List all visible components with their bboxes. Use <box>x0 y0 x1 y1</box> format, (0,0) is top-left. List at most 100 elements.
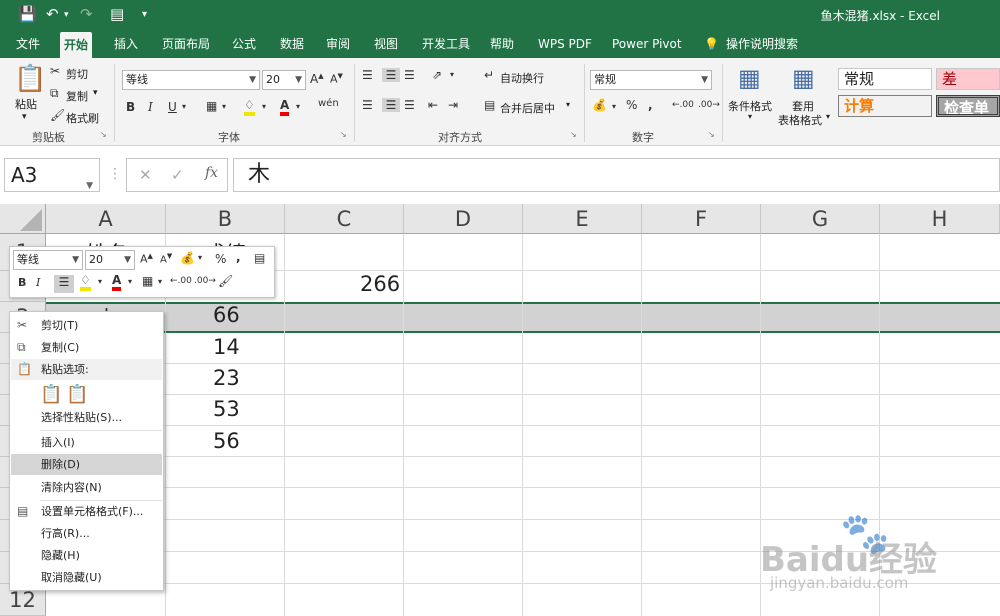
wrap-text-button[interactable]: 自动换行 <box>500 70 544 86</box>
tab-power-pivot[interactable]: Power Pivot <box>608 30 686 58</box>
conditional-dropdown-icon[interactable]: ▾ <box>748 112 752 121</box>
undo-dropdown-icon[interactable]: ▾ <box>64 10 69 20</box>
form-icon[interactable]: ▤ <box>110 5 124 23</box>
mini-comma-icon[interactable]: , <box>236 250 241 264</box>
tab-file[interactable]: 文件 <box>12 30 44 58</box>
scissors-icon[interactable]: ✂ <box>50 64 60 78</box>
undo-icon[interactable]: ↶ <box>46 5 59 23</box>
cell-c2[interactable]: 266 <box>360 272 400 296</box>
enter-icon[interactable]: ✓ <box>171 166 184 184</box>
customize-qat-icon[interactable]: ▾ <box>142 9 147 20</box>
column-header-h[interactable]: H <box>880 204 1000 234</box>
mini-border-icon[interactable]: ▦ <box>142 274 153 288</box>
orientation-dropdown-icon[interactable]: ▾ <box>450 70 454 79</box>
menu-item-unhide[interactable]: 取消隐藏(U) <box>11 567 162 588</box>
underline-dropdown-icon[interactable]: ▾ <box>182 102 186 111</box>
style-calculation[interactable]: 计算 <box>838 95 932 117</box>
align-right-icon[interactable]: ☰ <box>404 98 415 112</box>
mini-font-color-icon[interactable]: A <box>112 273 122 291</box>
cell-b3[interactable]: 66 <box>213 303 240 327</box>
style-normal[interactable]: 常规 <box>838 68 932 90</box>
increase-indent-icon[interactable]: ⇥ <box>448 98 458 112</box>
paste-keep-format-icon[interactable]: 📋 <box>40 384 62 406</box>
tab-wps-pdf[interactable]: WPS PDF <box>534 30 596 58</box>
column-header-f[interactable]: F <box>642 204 761 234</box>
decrease-font-icon[interactable]: A▼ <box>330 72 343 86</box>
border-icon[interactable]: ▦ <box>206 99 217 113</box>
merge-center-icon[interactable]: ▤ <box>484 98 495 112</box>
style-check-cell[interactable]: 检查单 <box>936 95 1000 117</box>
column-header-g[interactable]: G <box>761 204 880 234</box>
phonetic-icon[interactable]: wén <box>318 98 339 109</box>
mini-increase-font-icon[interactable]: A▲ <box>140 252 153 266</box>
mini-percent-icon[interactable]: % <box>215 252 226 266</box>
selected-row-3[interactable] <box>46 302 1000 333</box>
merge-dropdown-icon[interactable]: ▾ <box>566 100 570 109</box>
insert-function-icon[interactable]: fx <box>205 165 218 181</box>
name-box[interactable]: A3 ▼ <box>4 158 100 192</box>
align-center-icon[interactable]: ☰ <box>382 98 400 112</box>
column-header-d[interactable]: D <box>404 204 523 234</box>
mini-decrease-font-icon[interactable]: A▼ <box>160 252 172 265</box>
formula-input[interactable]: 木 <box>233 158 1000 192</box>
paste-button[interactable]: 粘贴 <box>15 96 37 112</box>
format-painter-button[interactable]: 格式刷 <box>66 110 99 126</box>
tab-help[interactable]: 帮助 <box>486 30 518 58</box>
align-bottom-icon[interactable]: ☰ <box>404 68 415 82</box>
underline-icon[interactable]: U <box>168 100 177 114</box>
tell-me-search[interactable]: 操作说明搜索 <box>722 30 802 58</box>
mini-format-table-icon[interactable]: ▤ <box>254 251 265 265</box>
save-icon[interactable]: 💾 <box>18 5 37 23</box>
comma-icon[interactable]: , <box>648 98 653 112</box>
column-header-c[interactable]: C <box>285 204 404 234</box>
increase-font-icon[interactable]: A▲ <box>310 72 324 86</box>
grip-icon[interactable]: ⋮ <box>108 166 122 182</box>
menu-item-delete[interactable]: 删除(D) <box>11 454 162 475</box>
tab-insert[interactable]: 插入 <box>110 30 142 58</box>
mini-format-painter-icon[interactable]: 🖌 <box>218 274 233 288</box>
fill-dropdown-icon[interactable]: ▾ <box>262 102 266 111</box>
menu-item-copy[interactable]: ⧉ 复制(C) <box>11 337 162 358</box>
cut-button[interactable]: 剪切 <box>66 66 88 82</box>
mini-fill-color-icon[interactable]: ♢ <box>80 273 91 291</box>
conditional-format-icon[interactable]: ▦ <box>738 64 761 92</box>
chevron-down-icon[interactable]: ▼ <box>86 170 93 202</box>
align-left-icon[interactable]: ☰ <box>362 98 373 112</box>
menu-item-row-height[interactable]: 行高(R)... <box>11 523 162 544</box>
tab-view[interactable]: 视图 <box>370 30 402 58</box>
fill-color-icon[interactable]: ♢ <box>244 98 255 116</box>
currency-icon[interactable]: 💰 <box>592 98 607 112</box>
cell-b5[interactable]: 23 <box>213 366 240 390</box>
mini-bold-icon[interactable]: B <box>18 276 26 289</box>
font-launcher-icon[interactable]: ↘ <box>340 130 347 139</box>
table-format-dropdown-icon[interactable]: ▾ <box>826 112 830 121</box>
font-name-combo[interactable]: 等线 ▼ <box>122 70 260 90</box>
column-header-b[interactable]: B <box>166 204 285 234</box>
select-all-button[interactable] <box>0 204 46 234</box>
mini-increase-decimal-icon[interactable]: ←.00 <box>170 276 192 286</box>
mini-center-icon[interactable]: ☰ <box>54 275 74 293</box>
clipboard-launcher-icon[interactable]: ↘ <box>100 130 107 139</box>
menu-item-cut[interactable]: ✂ 剪切(T) <box>11 315 162 336</box>
bold-icon[interactable]: B <box>126 100 135 114</box>
table-format-icon[interactable]: ▦ <box>792 64 815 92</box>
mini-font-color-dropdown-icon[interactable]: ▾ <box>128 277 132 286</box>
tab-home[interactable]: 开始 <box>60 32 93 58</box>
align-top-icon[interactable]: ☰ <box>362 68 373 82</box>
tab-review[interactable]: 审阅 <box>322 30 354 58</box>
copy-button[interactable]: 复制 <box>66 88 88 104</box>
mini-fill-dropdown-icon[interactable]: ▾ <box>98 277 102 286</box>
number-launcher-icon[interactable]: ↘ <box>708 130 715 139</box>
cancel-icon[interactable]: ✕ <box>139 166 152 184</box>
copy-icon[interactable]: ⧉ <box>50 86 59 101</box>
mini-currency-icon[interactable]: 💰 <box>180 251 195 265</box>
border-dropdown-icon[interactable]: ▾ <box>222 102 226 111</box>
cell-b4[interactable]: 14 <box>213 335 240 359</box>
menu-item-hide[interactable]: 隐藏(H) <box>11 545 162 566</box>
mini-font-size-combo[interactable]: 20 ▼ <box>85 250 135 270</box>
format-painter-icon[interactable]: 🖌 <box>50 108 65 122</box>
cell-b7[interactable]: 56 <box>213 429 240 453</box>
tab-formulas[interactable]: 公式 <box>228 30 260 58</box>
alignment-launcher-icon[interactable]: ↘ <box>570 130 577 139</box>
tab-developer[interactable]: 开发工具 <box>418 30 474 58</box>
